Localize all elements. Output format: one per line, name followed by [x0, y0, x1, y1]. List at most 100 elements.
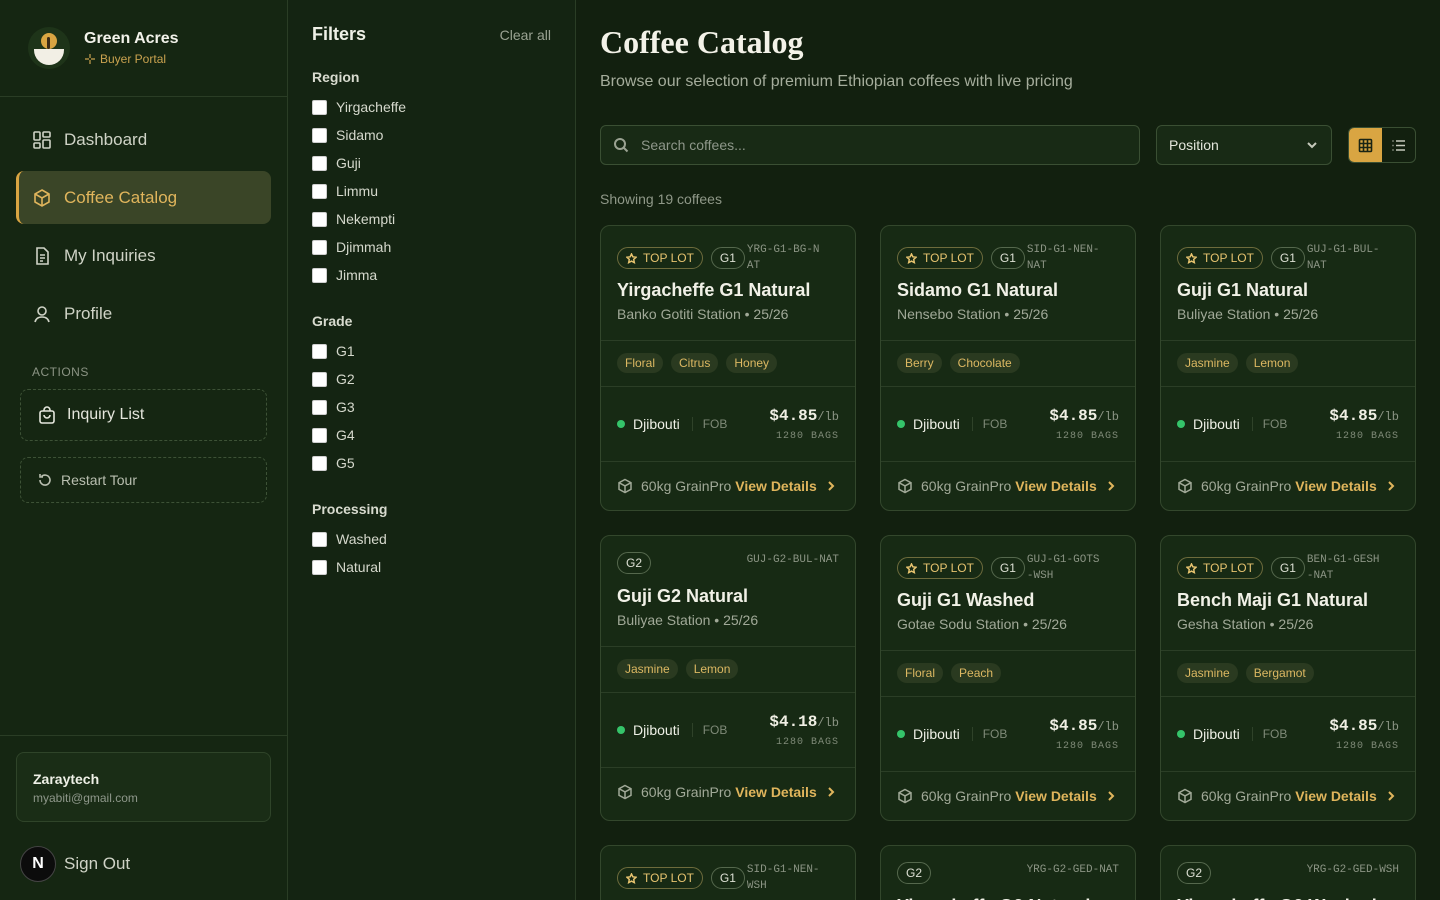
filter-option-label: Natural: [336, 559, 382, 575]
clear-all-button[interactable]: Clear all: [500, 27, 551, 43]
filter-option-yirgacheffe[interactable]: Yirgacheffe: [312, 93, 551, 121]
port-name: Djibouti: [1193, 726, 1240, 742]
view-details-link[interactable]: View Details: [1295, 478, 1396, 494]
coffee-card[interactable]: TOP LOT G1 YRG-G1-BG-NAT Yirgacheffe G1 Nat…: [600, 225, 856, 511]
checkbox[interactable]: [312, 455, 327, 471]
checkbox[interactable]: [312, 127, 327, 143]
page-subtitle: Browse our selection of premium Ethiopia…: [600, 73, 1073, 90]
coffee-card[interactable]: G2 YRG-G2-GED-WSH Yirgacheffe G2 Washed: [1160, 845, 1416, 900]
flavor-notes: Berry Chocolate: [881, 341, 1135, 387]
flavor-note: Jasmine: [617, 659, 678, 679]
inquiry-list-button[interactable]: Inquiry List: [20, 389, 267, 441]
package-icon: [618, 478, 632, 494]
status-dot: [1177, 730, 1185, 738]
checkbox[interactable]: [312, 343, 327, 359]
view-details-link[interactable]: View Details: [1015, 478, 1116, 494]
grade-badge: G1: [710, 247, 745, 269]
sign-out-button[interactable]: N Sign Out: [20, 846, 287, 882]
list-view-button[interactable]: [1382, 128, 1415, 162]
grade-badge: G2: [897, 862, 932, 884]
filter-option-nekempti[interactable]: Nekempti: [312, 205, 551, 233]
user-name: Zaraytech: [33, 771, 100, 787]
filter-option-sidamo[interactable]: Sidamo: [312, 121, 551, 149]
checkbox[interactable]: [312, 99, 327, 115]
coffee-card[interactable]: TOP LOT G1 SID-G1-NEN-WSH: [600, 845, 856, 900]
filter-option-djimmah[interactable]: Djimmah: [312, 233, 551, 261]
nav-item-dashboard[interactable]: Dashboard: [16, 113, 271, 166]
port-info: Djibouti FOB: [897, 416, 1007, 432]
checkbox[interactable]: [312, 239, 327, 255]
view-details-link[interactable]: View Details: [1295, 788, 1396, 804]
checkbox[interactable]: [312, 183, 327, 199]
view-details-label: View Details: [1015, 788, 1097, 804]
checkbox[interactable]: [312, 427, 327, 443]
coffee-name: Yirgacheffe G2 Washed: [1177, 896, 1399, 900]
filter-option-label: Nekempti: [336, 211, 396, 227]
incoterm: FOB: [971, 417, 1007, 431]
lot-code: SID-G1-NEN-NAT: [1026, 244, 1100, 272]
coffee-card[interactable]: TOP LOT G1 SID-G1-NEN-NAT Sidamo G1 Natural…: [880, 225, 1136, 511]
results-count: Showing 19 coffees: [600, 191, 722, 207]
view-details-link[interactable]: View Details: [735, 784, 836, 800]
top-lot-badge: TOP LOT: [1177, 557, 1263, 579]
coffee-station: Buliyae Station • 25/26: [617, 612, 759, 628]
grid-view-button[interactable]: [1349, 128, 1382, 162]
package-icon: [898, 478, 912, 494]
dashboard-icon: [33, 130, 51, 149]
filter-option-washed[interactable]: Washed: [312, 525, 551, 553]
coffee-card[interactable]: G2 YRG-G2-GED-NAT Yirgacheffe G2 Natural: [880, 845, 1136, 900]
port-name: Djibouti: [913, 416, 960, 432]
price: $4.85/lb: [769, 407, 839, 425]
incoterm: FOB: [1251, 727, 1287, 741]
checkbox[interactable]: [312, 559, 327, 575]
filter-option-g5[interactable]: G5: [312, 449, 551, 477]
filter-option-guji[interactable]: Guji: [312, 149, 551, 177]
view-details-link[interactable]: View Details: [735, 478, 836, 494]
filter-option-natural[interactable]: Natural: [312, 553, 551, 581]
coffee-station: Banko Gotiti Station • 25/26: [617, 306, 789, 322]
status-dot: [897, 420, 905, 428]
sort-select[interactable]: Position: [1156, 125, 1332, 165]
filter-option-g1[interactable]: G1: [312, 337, 551, 365]
price-unit: /lb: [1377, 409, 1399, 424]
lot-code: GUJ-G2-BUL-NAT: [746, 554, 839, 566]
view-details-link[interactable]: View Details: [1015, 788, 1116, 804]
flavor-note: Jasmine: [1177, 663, 1238, 683]
checkbox[interactable]: [312, 371, 327, 387]
package-icon: [618, 784, 632, 800]
flavor-notes: Floral Peach: [881, 651, 1135, 697]
nav-item-coffee-catalog[interactable]: Coffee Catalog: [16, 171, 271, 224]
brand-subtitle: Buyer Portal: [100, 52, 167, 66]
coffee-card[interactable]: TOP LOT G1 GUJ-G1-BUL-NAT Guji G1 Natural Bu…: [1160, 225, 1416, 511]
nav-item-profile[interactable]: Profile: [16, 287, 271, 340]
port-info: Djibouti FOB: [1177, 726, 1287, 742]
sidebar-footer: Zaraytech myabiti@gmail.com N Sign Out: [0, 735, 287, 900]
coffee-card[interactable]: TOP LOT G1 BEN-G1-GESH-NAT Bench Maji G1 Na…: [1160, 535, 1416, 821]
grade-badge: G1: [1270, 247, 1305, 269]
checkbox[interactable]: [312, 211, 327, 227]
checkbox[interactable]: [312, 267, 327, 283]
filter-option-jimma[interactable]: Jimma: [312, 261, 551, 289]
lot-code: GUJ-G1-GOTS-WSH: [1026, 554, 1100, 582]
top-lot-label: TOP LOT: [1203, 251, 1254, 265]
chevron-right-icon: [1108, 791, 1115, 801]
checkbox[interactable]: [312, 399, 327, 415]
view-details-label: View Details: [1295, 788, 1377, 804]
search-input[interactable]: [641, 137, 1121, 153]
packaging: 60kg GrainPro: [921, 478, 1012, 494]
coffee-card[interactable]: TOP LOT G1 GUJ-G1-GOTS-WSH Guji G1 Washed Go…: [880, 535, 1136, 821]
price: $4.85/lb: [1329, 407, 1399, 425]
filter-option-label: G5: [336, 455, 355, 471]
coffee-card[interactable]: G2 GUJ-G2-BUL-NAT Guji G2 Natural Buliyae S…: [600, 535, 856, 821]
filter-option-g4[interactable]: G4: [312, 421, 551, 449]
filter-option-limmu[interactable]: Limmu: [312, 177, 551, 205]
checkbox[interactable]: [312, 155, 327, 171]
filter-option-g2[interactable]: G2: [312, 365, 551, 393]
packaging: 60kg GrainPro: [641, 478, 732, 494]
checkbox[interactable]: [312, 531, 327, 547]
nav-item-my-inquiries[interactable]: My Inquiries: [16, 229, 271, 282]
status-dot: [1177, 420, 1185, 428]
restart-tour-button[interactable]: Restart Tour: [20, 457, 267, 503]
filter-option-label: Limmu: [336, 183, 379, 199]
filter-option-g3[interactable]: G3: [312, 393, 551, 421]
